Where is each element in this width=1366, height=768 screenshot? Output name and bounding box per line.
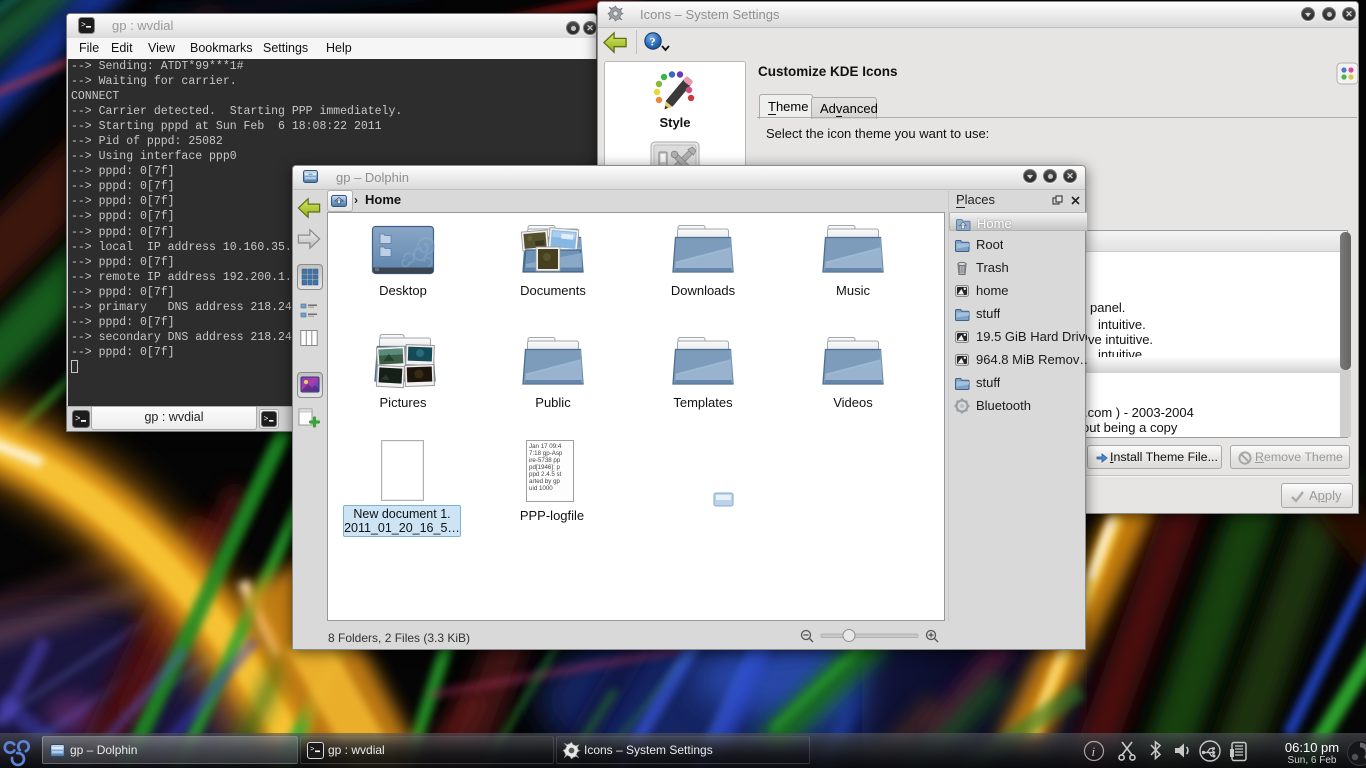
- svg-text:>: >: [310, 746, 315, 754]
- svg-text:ppd 2.4.5 st: ppd 2.4.5 st: [529, 471, 562, 478]
- svg-text:i: i: [1092, 744, 1096, 759]
- svg-text:7:18 gp-Asp: 7:18 gp-Asp: [529, 450, 563, 457]
- svg-text:>: >: [264, 415, 269, 424]
- svg-text:ire-5738 pp: ire-5738 pp: [529, 457, 561, 464]
- svg-text:uid 1000: uid 1000: [529, 485, 553, 492]
- svg-text:arted by gp: arted by gp: [529, 478, 561, 485]
- svg-text:pd[1946]: p: pd[1946]: p: [529, 464, 561, 471]
- svg-text:>: >: [75, 414, 80, 424]
- svg-text:?: ?: [650, 35, 656, 49]
- svg-text:Jan 17 09:4: Jan 17 09:4: [529, 443, 562, 450]
- svg-text:>: >: [81, 21, 86, 30]
